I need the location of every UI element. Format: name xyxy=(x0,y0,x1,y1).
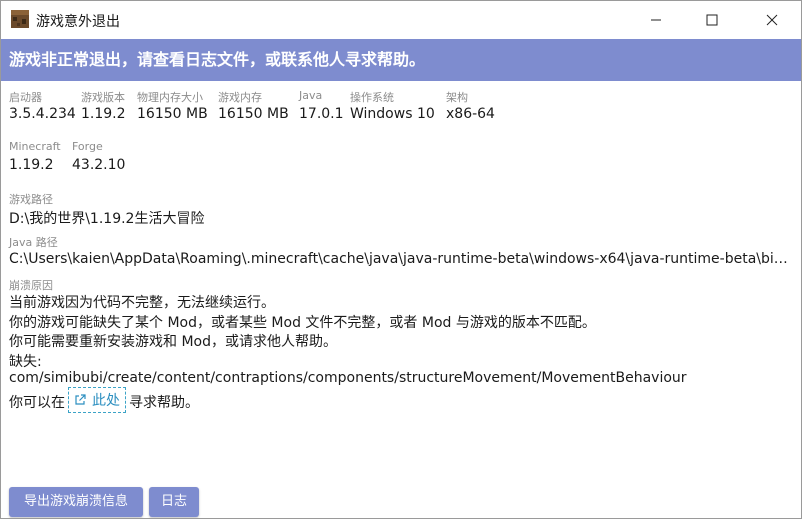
crash-line-4: 缺失: xyxy=(9,354,42,370)
minecraft-label: Minecraft xyxy=(9,140,61,153)
minecraft-value: 1.19.2 xyxy=(9,157,54,173)
help-prefix: 你可以在 xyxy=(9,395,65,411)
java-path-label: Java 路径 xyxy=(9,236,58,249)
java-version-label: Java xyxy=(299,89,323,102)
arch-label: 架构 xyxy=(446,91,468,104)
minimize-icon xyxy=(651,19,661,21)
game-memory-value: 16150 MB xyxy=(218,106,289,122)
game-memory-label: 游戏内存 xyxy=(218,91,262,104)
external-link-icon xyxy=(75,394,86,405)
launcher-label: 启动器 xyxy=(9,91,42,104)
maximize-icon xyxy=(706,14,718,26)
help-link-label: 此处 xyxy=(92,393,120,409)
minimize-button[interactable] xyxy=(633,1,679,39)
crash-window: 游戏意外退出 游戏非正常退出，请查看日志文件，或联系他人寻求帮助。 启动器 3.… xyxy=(0,0,802,519)
java-path-value: C:\Users\kaien\AppData\Roaming\.minecraf… xyxy=(9,251,793,267)
crash-reason-label: 崩溃原因 xyxy=(9,279,53,292)
missing-class-path: com/simibubi/create/content/contraptions… xyxy=(9,370,687,386)
help-line: 你可以在 此处 寻求帮助。 xyxy=(9,387,199,414)
logs-button[interactable]: 日志 xyxy=(149,487,199,517)
crash-line-1: 当前游戏因为代码不完整，无法继续运行。 xyxy=(9,295,275,311)
os-label: 操作系统 xyxy=(350,91,394,104)
forge-label: Forge xyxy=(72,140,103,153)
crash-line-2: 你的游戏可能缺失了某个 Mod，或者某些 Mod 文件不完整，或者 Mod 与游… xyxy=(9,315,596,331)
window-title: 游戏意外退出 xyxy=(36,14,120,30)
arch-value: x86-64 xyxy=(446,106,495,122)
maximize-button[interactable] xyxy=(689,1,735,39)
forge-value: 43.2.10 xyxy=(72,157,126,173)
error-banner: 游戏非正常退出，请查看日志文件，或联系他人寻求帮助。 xyxy=(1,39,801,81)
help-suffix: 寻求帮助。 xyxy=(129,395,199,411)
game-path-label: 游戏路径 xyxy=(9,193,53,206)
game-version-value: 1.19.2 xyxy=(81,106,126,122)
game-version-label: 游戏版本 xyxy=(81,91,125,104)
os-value: Windows 10 xyxy=(350,106,435,122)
minecraft-block-icon xyxy=(11,10,29,28)
game-path-value: D:\我的世界\1.19.2生活大冒险 xyxy=(9,211,205,227)
help-link[interactable]: 此处 xyxy=(68,387,126,413)
java-version-value: 17.0.1 xyxy=(299,106,344,122)
crash-line-3: 你可能需要重新安装游戏和 Mod，或请求他人帮助。 xyxy=(9,334,337,350)
export-crash-info-button[interactable]: 导出游戏崩溃信息 xyxy=(9,487,143,517)
title-bar[interactable]: 游戏意外退出 xyxy=(1,1,801,39)
close-button[interactable] xyxy=(749,1,795,39)
launcher-value: 3.5.4.234 xyxy=(9,106,76,122)
close-icon xyxy=(766,14,778,26)
physical-memory-value: 16150 MB xyxy=(137,106,208,122)
physical-memory-label: 物理内存大小 xyxy=(137,91,203,104)
